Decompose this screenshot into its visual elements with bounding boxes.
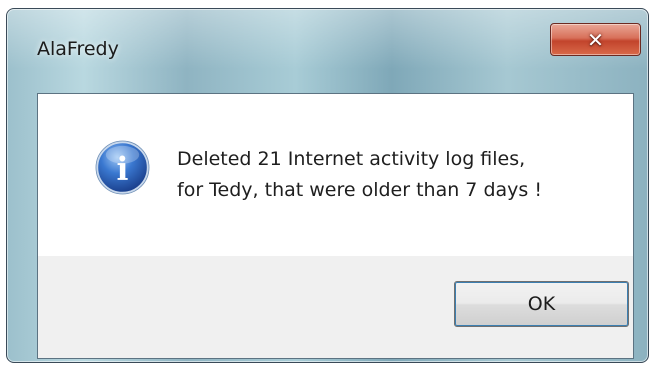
screenshot-page: AlaFredy ✕ i Deleted 21 Internet activit…	[0, 0, 656, 369]
message-area: i Deleted 21 Internet activity log files…	[38, 94, 633, 256]
dialog-window: AlaFredy ✕ i Deleted 21 Internet activit…	[6, 8, 649, 363]
close-icon: ✕	[587, 27, 604, 52]
info-icon-glyph: i	[117, 150, 129, 187]
message-line-2: for Tedy, that were older than 7 days !	[177, 179, 542, 201]
dialog-client-area: i Deleted 21 Internet activity log files…	[37, 93, 634, 359]
info-icon: i	[95, 140, 150, 195]
window-title: AlaFredy	[37, 38, 119, 60]
close-button[interactable]: ✕	[550, 23, 641, 56]
ok-button[interactable]: OK	[454, 281, 629, 327]
message-line-1: Deleted 21 Internet activity log files,	[177, 148, 526, 170]
message-text: Deleted 21 Internet activity log files, …	[177, 144, 542, 206]
